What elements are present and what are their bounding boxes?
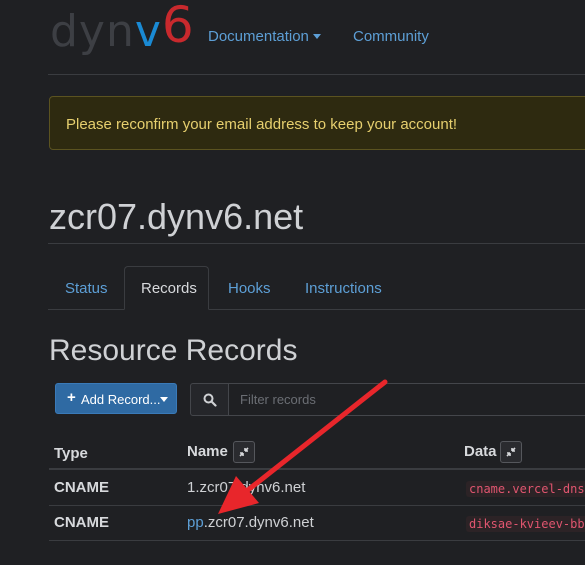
table-row-divider xyxy=(49,505,585,506)
resource-records-heading: Resource Records xyxy=(49,334,298,367)
compress-icon xyxy=(506,447,516,457)
record-type: CNAME xyxy=(54,479,109,496)
compress-icon xyxy=(239,447,249,457)
compress-name-button[interactable] xyxy=(233,441,255,463)
table-row-divider xyxy=(49,540,585,541)
column-header-type: Type xyxy=(54,445,88,462)
tab-instructions[interactable]: Instructions xyxy=(305,280,382,297)
add-record-label: Add Record... xyxy=(81,392,161,407)
page-title: zcr07.dynv6.net xyxy=(49,196,304,237)
caret-down-icon xyxy=(160,397,168,402)
record-name[interactable]: pp.zcr07.dynv6.net xyxy=(187,514,314,531)
record-type: CNAME xyxy=(54,514,109,531)
nav-documentation-label: Documentation xyxy=(208,28,309,45)
search-addon xyxy=(190,383,229,416)
caret-down-icon xyxy=(312,34,321,39)
record-data: cname.vercel-dns xyxy=(466,481,585,497)
record-name[interactable]: 1.zcr07.dynv6.net xyxy=(187,479,305,496)
title-divider xyxy=(48,243,585,244)
record-name-suffix: .zcr07.dynv6.net xyxy=(203,514,314,531)
add-record-button[interactable]: + Add Record... xyxy=(55,383,177,414)
nav-divider xyxy=(48,74,585,75)
tab-hooks[interactable]: Hooks xyxy=(228,280,271,297)
compress-data-button[interactable] xyxy=(500,441,522,463)
plus-icon: + xyxy=(67,389,76,406)
nav-documentation-dropdown[interactable]: Documentation xyxy=(208,28,321,45)
record-data: diksae-kvieev-bb xyxy=(466,516,585,532)
table-header-divider xyxy=(49,468,585,470)
column-header-data: Data xyxy=(464,443,497,460)
search-icon xyxy=(203,393,217,407)
alert-message: Please reconfirm your email address to k… xyxy=(66,116,458,133)
record-name-suffix: 1.zcr07.dynv6.net xyxy=(187,479,306,496)
dynv6-logo[interactable]: dynv6 xyxy=(50,0,195,54)
email-reconfirm-alert: Please reconfirm your email address to k… xyxy=(49,96,585,150)
tab-status[interactable]: Status xyxy=(65,280,108,297)
record-name-prefix: pp xyxy=(187,514,204,531)
tab-records[interactable]: Records xyxy=(141,280,197,297)
nav-community-link[interactable]: Community xyxy=(353,28,429,45)
column-header-name: Name xyxy=(187,443,228,460)
filter-records-input[interactable] xyxy=(228,383,585,416)
